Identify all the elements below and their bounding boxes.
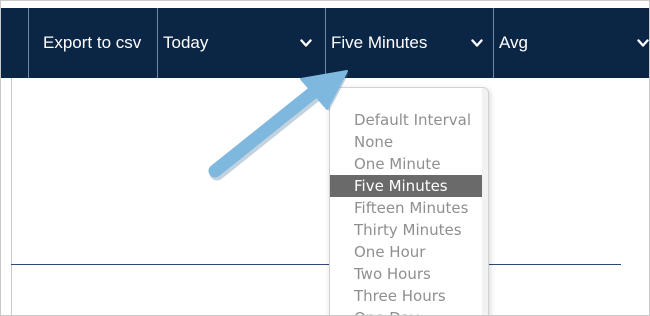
annotation-arrow	[208, 70, 349, 181]
screenshot-frame: Export to csv Today Five Minutes Avg Def…	[0, 0, 650, 316]
